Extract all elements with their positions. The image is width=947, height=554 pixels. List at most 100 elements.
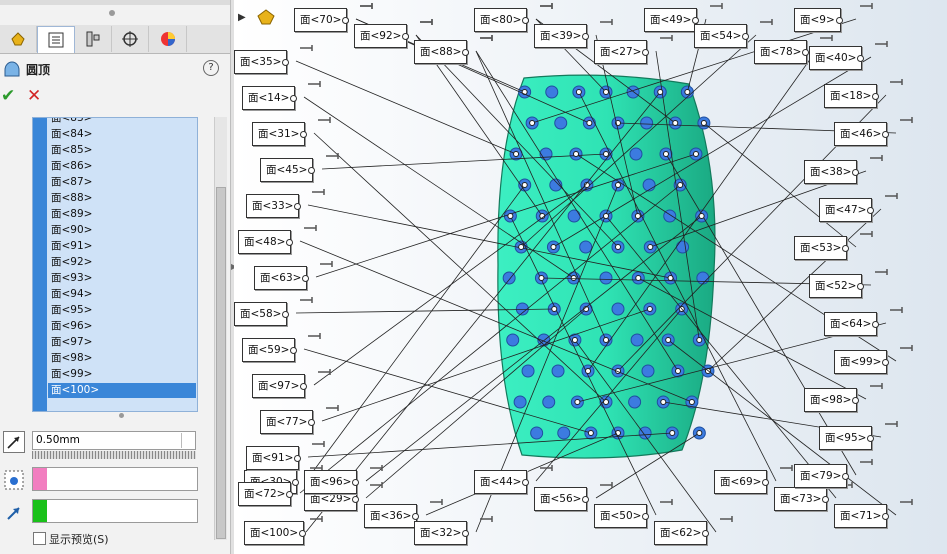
distance-field[interactable]: 0.50mm (32, 431, 196, 450)
dimple-face[interactable] (640, 116, 654, 130)
dimple-face[interactable] (513, 395, 527, 409)
face-list-item[interactable]: 面<86> (51, 159, 193, 174)
face-callout[interactable]: 面<59> (242, 338, 298, 362)
dimple-face[interactable] (506, 333, 520, 347)
face-callout[interactable]: 面<63> (254, 266, 310, 290)
dimple-face[interactable] (599, 271, 613, 285)
face-callout[interactable]: 面<70> (294, 8, 350, 32)
face-callout[interactable]: 面<79> (794, 464, 850, 488)
face-callout[interactable]: 面<88> (414, 40, 470, 64)
dimple-face[interactable] (611, 302, 625, 316)
face-list-item[interactable]: 面<87> (51, 175, 193, 190)
face-list-item[interactable]: 面<91> (51, 239, 193, 254)
dimple-face[interactable] (551, 364, 565, 378)
face-callout[interactable]: 面<80> (474, 8, 530, 32)
show-preview-checkbox[interactable] (33, 532, 46, 545)
face-callout[interactable]: 面<53> (794, 236, 850, 260)
face-callout[interactable]: 面<56> (534, 487, 590, 511)
distance-spinner[interactable] (181, 433, 194, 448)
face-list-item[interactable]: 面<95> (51, 303, 193, 318)
face-callout[interactable]: 面<40> (809, 46, 865, 70)
face-callout[interactable]: 面<49> (644, 8, 700, 32)
dimple-face[interactable] (642, 178, 656, 192)
face-callout[interactable]: 面<35> (234, 50, 290, 74)
face-callout[interactable]: 面<36> (364, 504, 420, 528)
dimple-face[interactable] (502, 271, 516, 285)
tab-configuration-manager[interactable] (75, 26, 112, 52)
graphics-viewport[interactable]: ▶ 面<19>面<9>面<35>面<30>面<20>面<40>面<14>面<29… (234, 0, 947, 554)
face-callout[interactable]: 面<100> (244, 521, 307, 545)
dimple-face[interactable] (530, 426, 544, 440)
dimple-face[interactable] (554, 116, 568, 130)
list-resize-grip[interactable] (119, 413, 124, 418)
face-list-item[interactable]: 面<90> (51, 223, 193, 238)
face-callout[interactable]: 面<58> (234, 302, 290, 326)
face-list-item[interactable]: 面<89> (51, 207, 193, 222)
face-callout[interactable]: 面<98> (804, 388, 860, 412)
face-list-item[interactable]: 面<98> (51, 351, 193, 366)
ok-button[interactable]: ✔ (1, 86, 15, 106)
face-callout[interactable]: 面<71> (834, 504, 890, 528)
tab-feature-manager[interactable] (0, 26, 37, 52)
dimple-face[interactable] (641, 364, 655, 378)
face-callout[interactable]: 面<54> (694, 24, 750, 48)
face-callout[interactable]: 面<77> (260, 410, 316, 434)
face-callout[interactable]: 面<46> (834, 122, 890, 146)
face-callout[interactable]: 面<33> (246, 194, 302, 218)
face-callout[interactable]: 面<72> (238, 482, 294, 506)
tab-dimxpert-manager[interactable] (112, 26, 149, 52)
face-list-item[interactable]: 面<85> (51, 143, 193, 158)
face-callout[interactable]: 面<64> (824, 312, 880, 336)
face-callout[interactable]: 面<9> (794, 8, 843, 32)
face-list-item[interactable]: 面<99> (51, 367, 193, 382)
face-list-item[interactable]: 面<93> (51, 271, 193, 286)
face-callout[interactable]: 面<52> (809, 274, 865, 298)
dimple-face[interactable] (696, 271, 710, 285)
dimple-face[interactable] (542, 395, 556, 409)
dimple-face[interactable] (545, 85, 559, 99)
face-callout[interactable]: 面<39> (534, 24, 590, 48)
panel-scrollbar[interactable] (214, 117, 227, 540)
face-callout[interactable]: 面<95> (819, 426, 875, 450)
face-callout[interactable]: 面<69> (714, 470, 770, 494)
face-callout[interactable]: 面<44> (474, 470, 530, 494)
face-callout[interactable]: 面<31> (252, 122, 308, 146)
face-callout[interactable]: 面<99> (834, 350, 890, 374)
tab-display-manager[interactable] (150, 26, 187, 52)
face-callout[interactable]: 面<27> (594, 40, 650, 64)
face-callout[interactable]: 面<32> (414, 521, 470, 545)
face-callout[interactable]: 面<45> (260, 158, 316, 182)
dimple-face[interactable] (629, 147, 643, 161)
face-callout[interactable]: 面<91> (246, 446, 302, 470)
face-callout[interactable]: 面<73> (774, 487, 830, 511)
face-callout[interactable]: 面<50> (594, 504, 650, 528)
face-callout[interactable]: 面<18> (824, 84, 880, 108)
face-callout[interactable]: 面<47> (819, 198, 875, 222)
panel-collapse-grip[interactable] (0, 6, 230, 20)
tab-property-manager[interactable] (37, 26, 75, 53)
face-list-item[interactable]: 面<97> (51, 335, 193, 350)
cancel-button[interactable]: ✕ (27, 86, 41, 106)
dimple-face[interactable] (549, 178, 563, 192)
faces-to-dome-list[interactable]: 面<83> 面<84> 面<85> 面<86> 面<87> 面<88> 面<89> 面<90>… (32, 117, 198, 412)
dimple-face[interactable] (676, 240, 690, 254)
face-list-item[interactable]: 面<92> (51, 255, 193, 270)
face-callout[interactable]: 面<48> (238, 230, 294, 254)
panel-scrollbar-thumb[interactable] (216, 187, 226, 539)
face-callout[interactable]: 面<92> (354, 24, 410, 48)
dimple-face[interactable] (638, 426, 652, 440)
dimple-face[interactable] (630, 333, 644, 347)
parameter-face-field[interactable] (32, 467, 198, 491)
tree-expand-arrow-icon[interactable]: ▶ (238, 12, 246, 23)
face-list-item[interactable]: 面<96> (51, 319, 193, 334)
dimple-face[interactable] (628, 395, 642, 409)
dimple-face[interactable] (557, 426, 571, 440)
help-icon[interactable]: ? (203, 60, 219, 76)
dimple-face[interactable] (579, 240, 593, 254)
distance-thumbwheel[interactable] (32, 451, 196, 459)
face-callout[interactable]: 面<97> (252, 374, 308, 398)
face-callout[interactable]: 面<62> (654, 521, 710, 545)
face-list-item[interactable]: 面<88> (51, 191, 193, 206)
face-callout[interactable]: 面<78> (754, 40, 810, 64)
face-callout[interactable]: 面<96> (304, 470, 360, 494)
